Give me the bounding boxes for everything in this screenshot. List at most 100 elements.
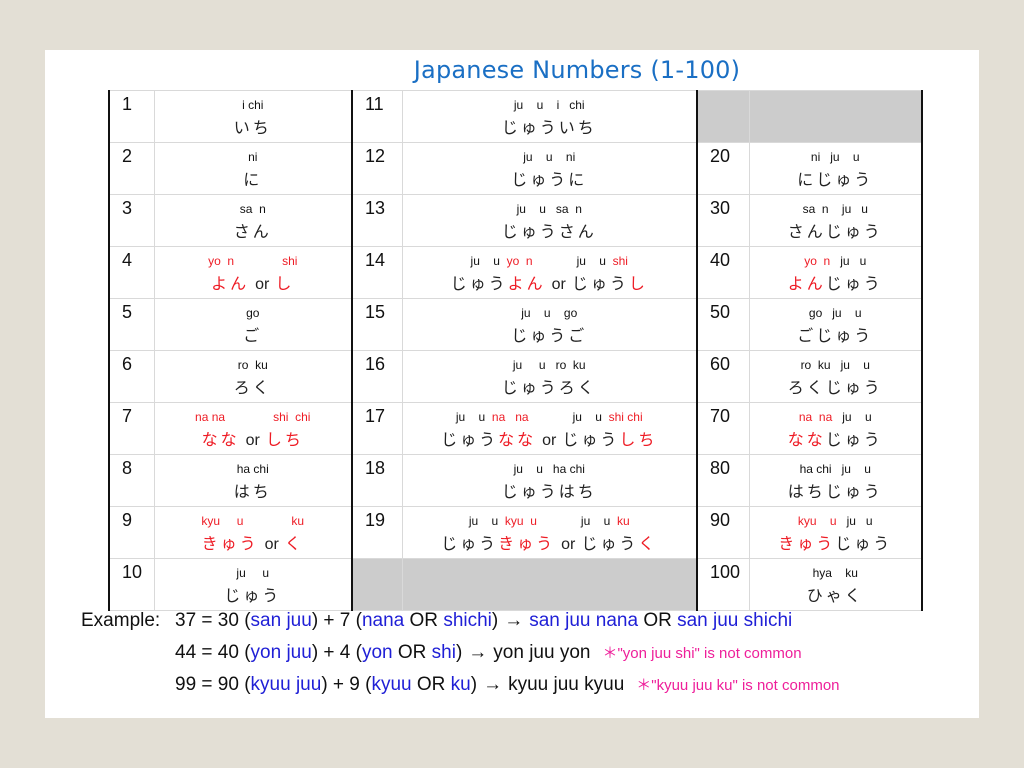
- kana-text: に: [243, 170, 263, 189]
- kana-text: ご: [243, 326, 263, 345]
- romaji-text: hya ku: [812, 566, 858, 580]
- number-cell: 16: [351, 350, 403, 403]
- example-text: 99 = 90 (: [175, 674, 251, 695]
- kana-text: じゅう: [562, 430, 620, 449]
- kana-text: さんじゅう: [787, 222, 883, 241]
- example-highlight: yon juu: [250, 642, 312, 663]
- kana-text: ひゃく: [806, 586, 864, 605]
- reading-cell: ju u na na ju u shi chi じゅうなな or じゅうしち: [401, 402, 698, 455]
- kana-text: よん: [507, 274, 546, 293]
- table-row: 7 na na shi chi なな or しち 17 ju u na na ju u shi …: [108, 402, 923, 455]
- example-result: yon juu yon: [493, 642, 591, 663]
- number-cell: 17: [351, 402, 403, 455]
- number-cell: 4: [108, 246, 155, 299]
- kana-text: じゅういち: [501, 118, 597, 137]
- example-note: ＊"yon juu shi" is not common: [602, 645, 802, 662]
- kana-text: いち: [233, 118, 272, 137]
- romaji-text: ju u: [576, 254, 613, 268]
- kana-text: きゅう: [201, 534, 259, 553]
- reading-cell: ni ju u にじゅう: [748, 142, 923, 195]
- number-cell: 100: [696, 558, 750, 611]
- example-text: OR: [404, 610, 444, 631]
- example-text: ): [491, 610, 499, 631]
- reading-cell: ha chi ju u はちじゅう: [748, 454, 923, 507]
- romaji-text: ju u: [572, 410, 609, 424]
- number-cell: 80: [696, 454, 750, 507]
- romaji-text: ni ju u: [810, 150, 860, 164]
- example-text: ) + 7 (: [311, 610, 362, 631]
- kana-text: し: [628, 274, 648, 293]
- number-cell: 1: [108, 90, 155, 143]
- table-row: 1 i chi いち 11 ju u i chi じゅういち: [108, 90, 923, 143]
- example-highlight: nana: [361, 610, 405, 631]
- numbers-table: 1 i chi いち 11 ju u i chi じゅういち 2 ni に 12 ju u ni じゅ…: [108, 90, 923, 611]
- table-row: 9 kyu u ku きゅう or く 19 ju u kyu u ju u ku じゅうきゅう o…: [108, 506, 923, 559]
- example-text: ): [455, 642, 463, 663]
- example-highlight: yon: [361, 642, 393, 663]
- table-row: 2 ni に 12 ju u ni じゅうに 20 ni ju u にじゅう: [108, 142, 923, 195]
- reading-cell: na na ju u ななじゅう: [748, 402, 923, 455]
- reading-cell: i chi いち: [153, 90, 353, 143]
- example-text: ) + 4 (: [311, 642, 362, 663]
- reading-cell: na na shi chi なな or しち: [153, 402, 353, 455]
- or-text: or: [561, 536, 576, 553]
- example-row-37: Example: 37 = 30 (san juu) + 7 (nana OR s…: [81, 610, 840, 642]
- romaji-text: sa n ju u: [802, 202, 868, 216]
- kana-text: じゅうろく: [501, 378, 597, 397]
- romaji-text: yo n: [208, 254, 235, 268]
- reading-cell: ju u ro ku じゅうろく: [401, 350, 698, 403]
- number-cell: 12: [351, 142, 403, 195]
- kana-text: じゅうはち: [501, 482, 597, 501]
- reading-cell: sa n ju u さんじゅう: [748, 194, 923, 247]
- reading-cell: ni に: [153, 142, 353, 195]
- reading-cell: ju u sa n じゅうさん: [401, 194, 698, 247]
- kana-text: じゅう: [825, 430, 883, 449]
- number-cell: 90: [696, 506, 750, 559]
- kana-text: じゅう: [581, 534, 639, 553]
- example-label: Example:: [81, 610, 161, 631]
- number-cell: 8: [108, 454, 155, 507]
- example-highlight: kyuu: [371, 674, 412, 695]
- kana-text: じゅう: [825, 274, 883, 293]
- romaji-text: ju u ro ku: [512, 358, 586, 372]
- romaji-text: kyu u: [797, 514, 837, 528]
- kana-text: じゅうさん: [501, 222, 597, 241]
- romaji-text: na na: [195, 410, 226, 424]
- kana-text: なな: [201, 430, 240, 449]
- romaji-text: shi chi: [273, 410, 311, 424]
- number-cell: 6: [108, 350, 155, 403]
- kana-text: なな: [787, 430, 826, 449]
- reading-cell: ro ku ju u ろくじゅう: [748, 350, 923, 403]
- number-cell: 10: [108, 558, 155, 611]
- romaji-text: ju u: [842, 410, 872, 424]
- slide: Japanese Numbers (1-100) 1i chi いち 11 ju u …: [45, 50, 979, 718]
- romaji-text: na na: [798, 410, 833, 424]
- romaji-text: na na: [491, 410, 529, 424]
- number-cell: 15: [351, 298, 403, 351]
- example-highlight: ku: [450, 674, 471, 695]
- romaji-text: ni: [248, 150, 258, 164]
- romaji-text: shi chi: [608, 410, 643, 424]
- number-cell: 5: [108, 298, 155, 351]
- reading-cell: [748, 90, 923, 143]
- romaji-text: shi: [612, 254, 628, 268]
- reading-cell: hya ku ひゃく: [748, 558, 923, 611]
- romaji-text: ku: [291, 514, 305, 528]
- or-text: or: [551, 276, 566, 293]
- arrow-icon: →: [468, 642, 488, 663]
- example-row-99: 99 = 90 (kyuu juu) + 9 (kyuu OR ku) → kyuu…: [81, 674, 840, 706]
- or-text: or: [542, 432, 557, 449]
- reading-cell: yo n shi よん or し: [153, 246, 353, 299]
- arrow-icon: →: [504, 610, 524, 631]
- reading-cell: ju u ni じゅうに: [401, 142, 698, 195]
- kana-text: はち: [233, 482, 272, 501]
- example-result: san juu nana: [529, 610, 639, 631]
- reading-cell: ju u kyu u ju u ku じゅうきゅう or じゅうく: [401, 506, 698, 559]
- example-highlight: kyuu juu: [250, 674, 322, 695]
- number-cell: 11: [351, 90, 403, 143]
- kana-text: じゅう: [224, 586, 282, 605]
- kana-text: じゅう: [835, 534, 893, 553]
- kana-text: よん: [787, 274, 826, 293]
- examples-section: Example: 37 = 30 (san juu) + 7 (nana OR s…: [81, 610, 840, 706]
- reading-cell: ju u ha chi じゅうはち: [401, 454, 698, 507]
